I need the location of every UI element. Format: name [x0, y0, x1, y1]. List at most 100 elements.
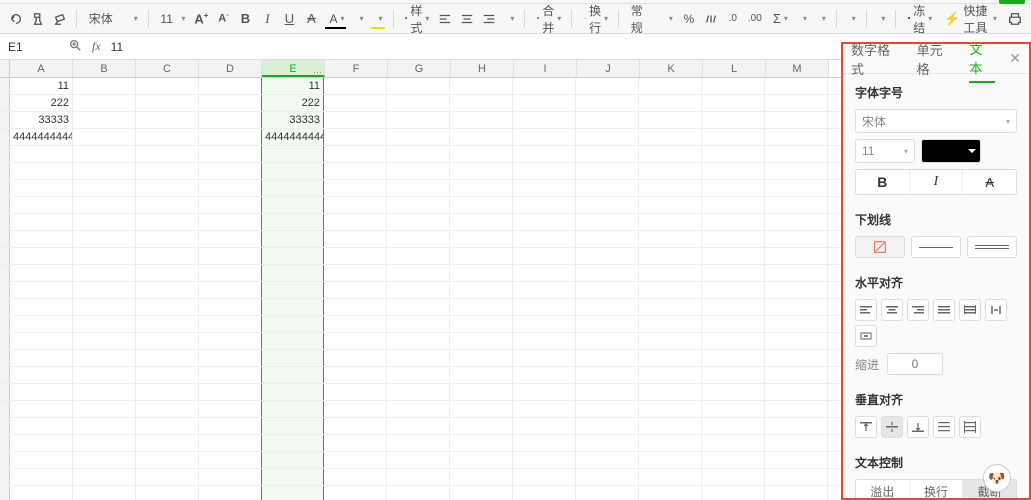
cell[interactable]: [765, 367, 828, 383]
cell[interactable]: [387, 384, 450, 400]
cell[interactable]: [639, 146, 702, 162]
cell[interactable]: [10, 435, 73, 451]
cell[interactable]: [702, 112, 765, 128]
cell[interactable]: [450, 180, 513, 196]
panel-strikethrough-button[interactable]: A: [963, 170, 1016, 194]
cell[interactable]: [513, 146, 576, 162]
cell[interactable]: 11: [261, 78, 324, 94]
cell[interactable]: [702, 350, 765, 366]
cell[interactable]: [513, 265, 576, 281]
cell[interactable]: [639, 95, 702, 111]
cell[interactable]: [73, 333, 136, 349]
cell[interactable]: [765, 248, 828, 264]
cell[interactable]: [450, 95, 513, 111]
cell[interactable]: [639, 299, 702, 315]
cell[interactable]: [324, 316, 387, 332]
cell[interactable]: 33333: [261, 112, 324, 128]
cell[interactable]: [576, 316, 639, 332]
cell[interactable]: [765, 197, 828, 213]
cell[interactable]: [73, 265, 136, 281]
row-header[interactable]: [0, 367, 10, 383]
assistant-mascot[interactable]: 🐶: [983, 464, 1011, 492]
cell[interactable]: [136, 401, 199, 417]
cell[interactable]: [513, 248, 576, 264]
cell[interactable]: [765, 333, 828, 349]
cell[interactable]: [450, 146, 513, 162]
cell[interactable]: [639, 469, 702, 485]
row-header[interactable]: [0, 299, 10, 315]
cell[interactable]: [10, 180, 73, 196]
cell[interactable]: [765, 384, 828, 400]
row-header[interactable]: [0, 180, 10, 196]
underline-none-button[interactable]: [855, 236, 905, 258]
cell[interactable]: [639, 231, 702, 247]
cell[interactable]: [324, 180, 387, 196]
cell[interactable]: [199, 401, 262, 417]
cell[interactable]: [513, 78, 576, 94]
cell[interactable]: [199, 452, 262, 468]
cell[interactable]: [199, 129, 262, 145]
column-header-K[interactable]: K: [640, 60, 703, 77]
cell[interactable]: [136, 197, 199, 213]
cell[interactable]: [10, 299, 73, 315]
cell[interactable]: [576, 95, 639, 111]
cell[interactable]: [136, 367, 199, 383]
cell[interactable]: [639, 197, 702, 213]
cell[interactable]: [765, 129, 828, 145]
insert-image-button[interactable]: ▾: [872, 8, 889, 30]
cell[interactable]: [387, 163, 450, 179]
cell[interactable]: [450, 469, 513, 485]
font-color-button[interactable]: A▾: [323, 8, 348, 30]
align-center-button[interactable]: [457, 8, 477, 30]
cell[interactable]: [702, 146, 765, 162]
cell[interactable]: [387, 265, 450, 281]
cell[interactable]: [136, 299, 199, 315]
cell[interactable]: [765, 180, 828, 196]
cell[interactable]: [765, 350, 828, 366]
cell[interactable]: [324, 78, 387, 94]
column-header-J[interactable]: J: [577, 60, 640, 77]
cell[interactable]: [702, 265, 765, 281]
cell[interactable]: [73, 214, 136, 230]
cell[interactable]: [199, 486, 262, 500]
row-header[interactable]: [0, 214, 10, 230]
cell[interactable]: [702, 486, 765, 500]
cell[interactable]: [136, 248, 199, 264]
cell[interactable]: [450, 435, 513, 451]
cell[interactable]: [576, 299, 639, 315]
cell[interactable]: [702, 180, 765, 196]
cell[interactable]: [576, 265, 639, 281]
cell[interactable]: [199, 384, 262, 400]
cell[interactable]: [576, 214, 639, 230]
cell[interactable]: [73, 350, 136, 366]
cell[interactable]: [136, 486, 199, 500]
cell[interactable]: [387, 112, 450, 128]
cell[interactable]: [765, 282, 828, 298]
cell[interactable]: [261, 231, 324, 247]
cell[interactable]: [450, 401, 513, 417]
cell[interactable]: [324, 248, 387, 264]
panel-font-size-select[interactable]: 11▾: [855, 139, 915, 163]
halign-justify-button[interactable]: [933, 299, 955, 321]
cell[interactable]: [324, 384, 387, 400]
cell[interactable]: [639, 350, 702, 366]
cell[interactable]: [199, 469, 262, 485]
cell[interactable]: 4444444444444: [10, 129, 73, 145]
row-header[interactable]: [0, 163, 10, 179]
cell[interactable]: [576, 350, 639, 366]
cell[interactable]: [10, 418, 73, 434]
cell[interactable]: [702, 469, 765, 485]
cell[interactable]: [387, 486, 450, 500]
cell[interactable]: [639, 112, 702, 128]
font-name-select[interactable]: 宋体▾: [83, 8, 142, 30]
merge-button[interactable]: 合并▾: [531, 8, 565, 30]
cell[interactable]: [576, 146, 639, 162]
row-header[interactable]: [0, 469, 10, 485]
cell[interactable]: [387, 452, 450, 468]
cell[interactable]: [576, 197, 639, 213]
cell[interactable]: [513, 333, 576, 349]
cell[interactable]: [136, 316, 199, 332]
cell[interactable]: [387, 231, 450, 247]
cell[interactable]: [136, 112, 199, 128]
cell[interactable]: [10, 231, 73, 247]
